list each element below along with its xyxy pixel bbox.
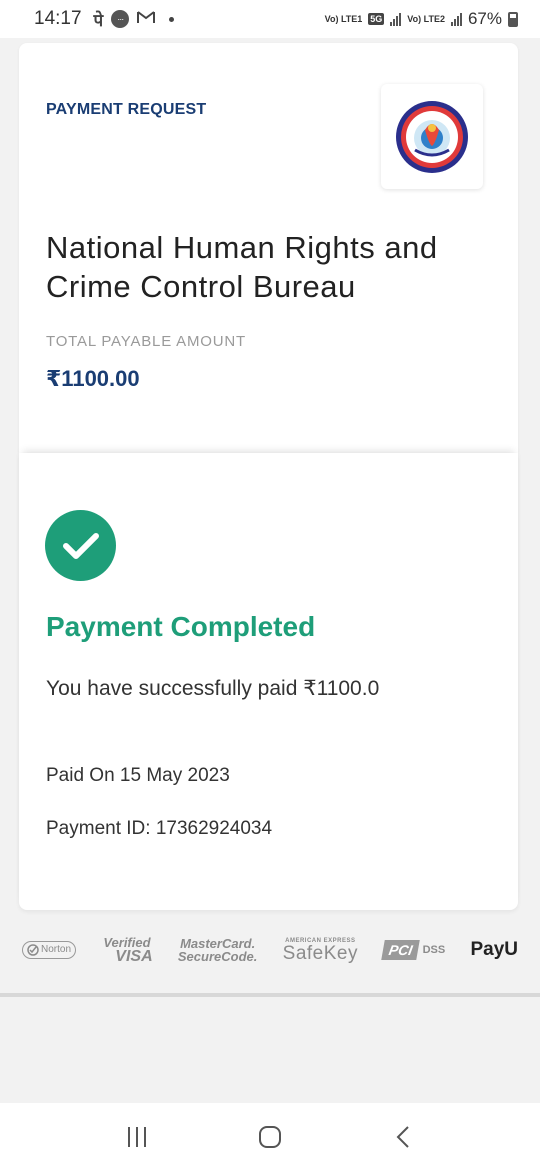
system-nav-bar: [0, 1103, 540, 1170]
trust-badges: Norton Verified VISA MasterCard. SecureC…: [22, 930, 518, 970]
sim2-label: Vo) LTE2: [407, 13, 445, 24]
total-payable-amount: ₹1100.00: [46, 366, 140, 391]
status-right: Vo) LTE1 5G Vo) LTE2 67%: [325, 9, 518, 29]
sim1-label: Vo) LTE1: [324, 13, 363, 24]
norton-badge: Norton: [22, 941, 77, 959]
total-payable-label: TOTAL PAYABLE AMOUNT: [46, 333, 246, 350]
amex-bottom: SafeKey: [282, 942, 358, 964]
success-check-icon: [45, 510, 116, 581]
battery-percent: 67%: [467, 9, 502, 28]
mc-bottom: SecureCode.: [177, 949, 258, 964]
payu-logo: PayU: [470, 939, 518, 960]
payment-completed-title: Payment Completed: [46, 611, 316, 642]
amex-safekey-badge: AMERICAN EXPRESS SafeKey: [283, 938, 358, 963]
blank-area: [0, 997, 540, 1103]
norton-label: Norton: [41, 944, 72, 955]
mastercard-securecode-badge: MasterCard. SecureCode.: [178, 937, 257, 963]
recent-apps-icon: [127, 1126, 146, 1147]
chat-icon: ···: [111, 10, 130, 28]
status-left: 14:17 पे ···: [34, 8, 175, 31]
pci-dss-badge: PCI DSS: [381, 940, 446, 960]
recent-apps-button[interactable]: [107, 1112, 167, 1162]
back-icon: [396, 1125, 410, 1148]
phonepe-icon: पे: [93, 10, 104, 30]
pci-label: PCI: [381, 940, 421, 960]
success-message: You have successfully paid ₹1100.0: [46, 677, 380, 700]
visa-bottom: VISA: [115, 947, 153, 965]
gmail-icon: [137, 8, 156, 30]
home-icon: [258, 1125, 281, 1148]
dss-label: DSS: [422, 944, 446, 956]
norton-check-icon: [27, 944, 39, 956]
payment-request-label: PAYMENT REQUEST: [46, 101, 207, 118]
notification-dot-icon: [169, 16, 175, 22]
signal-icon: [390, 12, 402, 26]
payment-id: Payment ID: 17362924034: [46, 818, 273, 839]
payment-status-card: Payment Completed You have successfully …: [19, 453, 518, 910]
paid-on-date: Paid On 15 May 2023: [46, 765, 230, 786]
status-time: 14:17: [34, 8, 82, 29]
home-button[interactable]: [240, 1112, 300, 1162]
merchant-name: National Human Rights and Crime Control …: [46, 230, 438, 304]
merchant-logo-seal-icon: [396, 100, 468, 173]
payment-request-card: PAYMENT REQUEST National Human Rights an…: [19, 43, 518, 453]
back-button[interactable]: [373, 1112, 433, 1162]
5g-icon: 5G: [368, 13, 385, 25]
signal-icon: [450, 12, 462, 26]
merchant-logo: [381, 84, 483, 189]
verified-visa-badge: Verified VISA: [101, 936, 152, 965]
status-bar: 14:17 पे ··· Vo) LTE1 5G Vo) LTE2 67%: [0, 0, 540, 38]
battery-icon: [508, 11, 518, 27]
visa-top: Verified: [103, 934, 151, 950]
